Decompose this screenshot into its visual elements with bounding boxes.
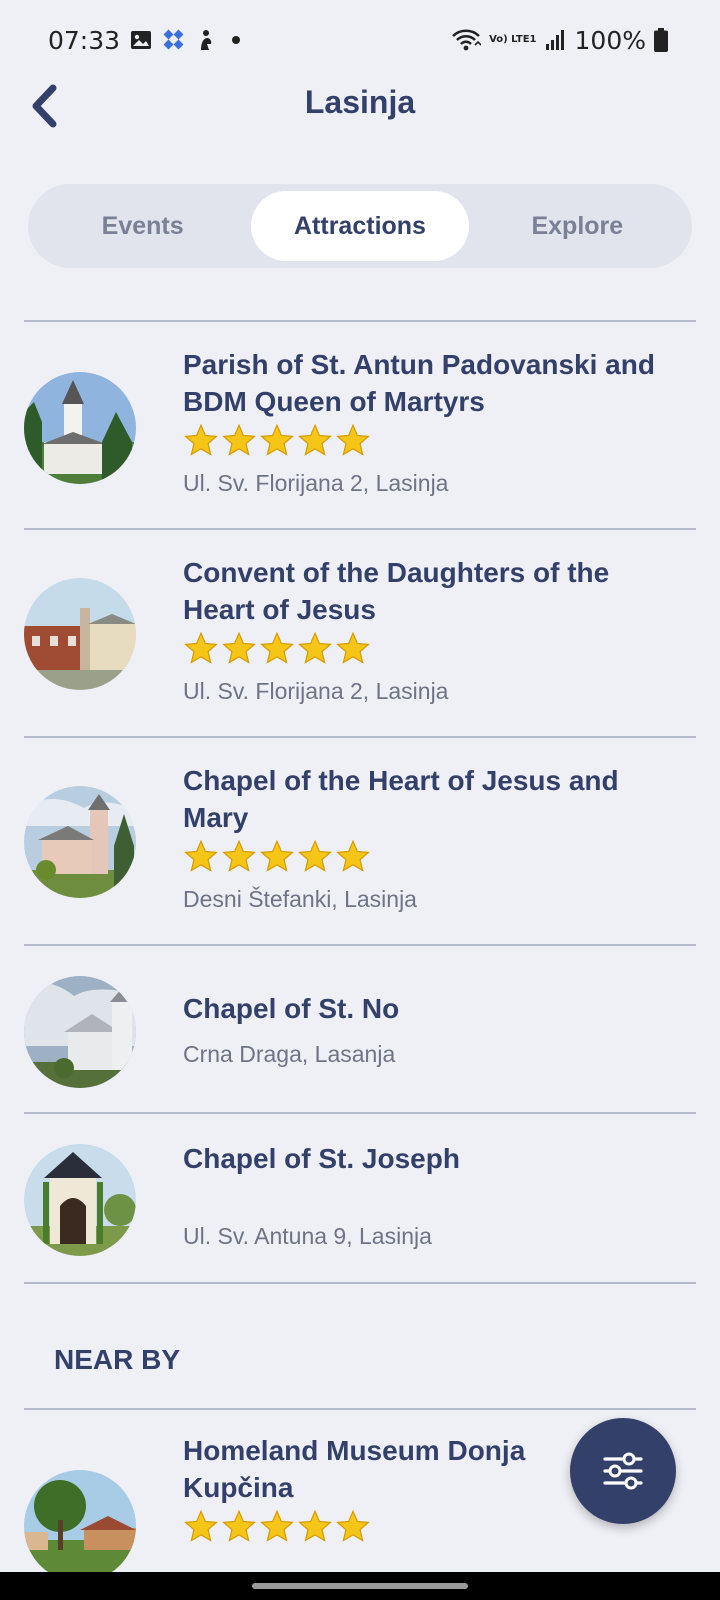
- star-icon: [184, 839, 218, 872]
- attractions-list: Parish of St. Antun Padovanski and BDM Q…: [24, 320, 696, 1600]
- star-icon: [298, 631, 332, 664]
- status-bar: 07:33 Vo) LTE1 100%: [0, 0, 720, 80]
- tab-bar: Events Attractions Explore: [28, 184, 692, 268]
- attraction-address: Desni Štefanki, Lasinja: [183, 886, 417, 912]
- star-rating: [183, 630, 683, 668]
- status-time: 07:33: [48, 25, 121, 55]
- attraction-info: Chapel of the Heart of Jesus and Mary De…: [183, 762, 683, 913]
- star-icon: [336, 423, 370, 456]
- attraction-title: Homeland Museum Donja Kupčina: [183, 1435, 526, 1503]
- status-left: 07:33: [48, 25, 241, 55]
- attraction-thumbnail: [24, 1470, 136, 1582]
- list-item[interactable]: Parish of St. Antun Padovanski and BDM Q…: [24, 322, 696, 528]
- attraction-thumbnail: [24, 786, 136, 898]
- header: Lasinja: [0, 70, 720, 142]
- attraction-address: Ul. Sv. Antuna 9, Lasinja: [183, 1223, 432, 1249]
- attraction-thumbnail: [24, 578, 136, 690]
- star-icon: [260, 839, 294, 872]
- app-notification-icon: [162, 28, 186, 52]
- home-gesture-handle[interactable]: [252, 1583, 468, 1589]
- figure-notification-icon: [196, 29, 216, 51]
- star-icon: [298, 423, 332, 456]
- star-rating: [183, 838, 683, 876]
- nearby-section-header: NEAR BY: [24, 1284, 696, 1408]
- list-item[interactable]: Convent of the Daughters of the Heart of…: [24, 530, 696, 736]
- sliders-icon: [603, 1452, 643, 1490]
- attraction-address: Ul. Sv. Florijana 2, Lasinja: [183, 470, 449, 496]
- tab-events[interactable]: Events: [34, 191, 251, 261]
- star-icon: [298, 1509, 332, 1542]
- star-icon: [260, 1509, 294, 1542]
- attraction-thumbnail: [24, 372, 136, 484]
- attraction-title: Convent of the Daughters of the Heart of…: [183, 557, 610, 625]
- filter-button[interactable]: [570, 1418, 676, 1524]
- attraction-title: Parish of St. Antun Padovanski and BDM Q…: [183, 349, 655, 417]
- star-icon: [184, 423, 218, 456]
- star-icon: [222, 1509, 256, 1542]
- star-icon: [336, 839, 370, 872]
- more-notifications-icon: [232, 36, 241, 44]
- star-icon: [184, 631, 218, 664]
- tab-attractions[interactable]: Attractions: [251, 191, 469, 261]
- star-icon: [184, 1509, 218, 1542]
- star-icon: [222, 423, 256, 456]
- page-title: Lasinja: [304, 84, 416, 120]
- attraction-address: Ul. Sv. Florijana 2, Lasinja: [183, 678, 449, 704]
- attraction-thumbnail: [24, 976, 136, 1088]
- star-rating: [183, 422, 683, 460]
- list-item[interactable]: Chapel of St. No Crna Draga, Lasanja: [24, 946, 696, 1112]
- nearby-heading: NEAR BY: [54, 1344, 181, 1375]
- star-icon: [336, 1509, 370, 1542]
- attraction-thumbnail: [24, 1144, 136, 1256]
- signal-icon: [545, 29, 567, 51]
- star-icon: [260, 631, 294, 664]
- list-item[interactable]: Chapel of St. Joseph Ul. Sv. Antuna 9, L…: [24, 1114, 696, 1282]
- attraction-info: Parish of St. Antun Padovanski and BDM Q…: [183, 346, 683, 497]
- status-right: Vo) LTE1 100%: [451, 26, 668, 55]
- attraction-info: Chapel of St. No Crna Draga, Lasanja: [183, 990, 683, 1068]
- star-icon: [222, 631, 256, 664]
- battery-percent: 100%: [574, 25, 646, 55]
- wifi-icon: [451, 28, 482, 52]
- attraction-info: Convent of the Daughters of the Heart of…: [183, 554, 683, 705]
- attraction-title: Chapel of St. No: [183, 993, 400, 1024]
- star-icon: [336, 631, 370, 664]
- attraction-address: Crna Draga, Lasanja: [183, 1041, 396, 1067]
- gallery-icon: [130, 30, 152, 50]
- star-icon: [222, 839, 256, 872]
- battery-icon: [654, 28, 668, 52]
- system-nav-bar: [0, 1572, 720, 1600]
- attraction-info: Chapel of St. Joseph Ul. Sv. Antuna 9, L…: [183, 1140, 683, 1250]
- list-item[interactable]: Chapel of the Heart of Jesus and Mary De…: [24, 738, 696, 944]
- network-type-label: Vo) LTE1: [489, 34, 537, 45]
- star-icon: [298, 839, 332, 872]
- tab-explore[interactable]: Explore: [469, 191, 686, 261]
- attraction-title: Chapel of the Heart of Jesus and Mary: [183, 765, 619, 833]
- attraction-title: Chapel of St. Joseph: [183, 1143, 460, 1174]
- star-icon: [260, 423, 294, 456]
